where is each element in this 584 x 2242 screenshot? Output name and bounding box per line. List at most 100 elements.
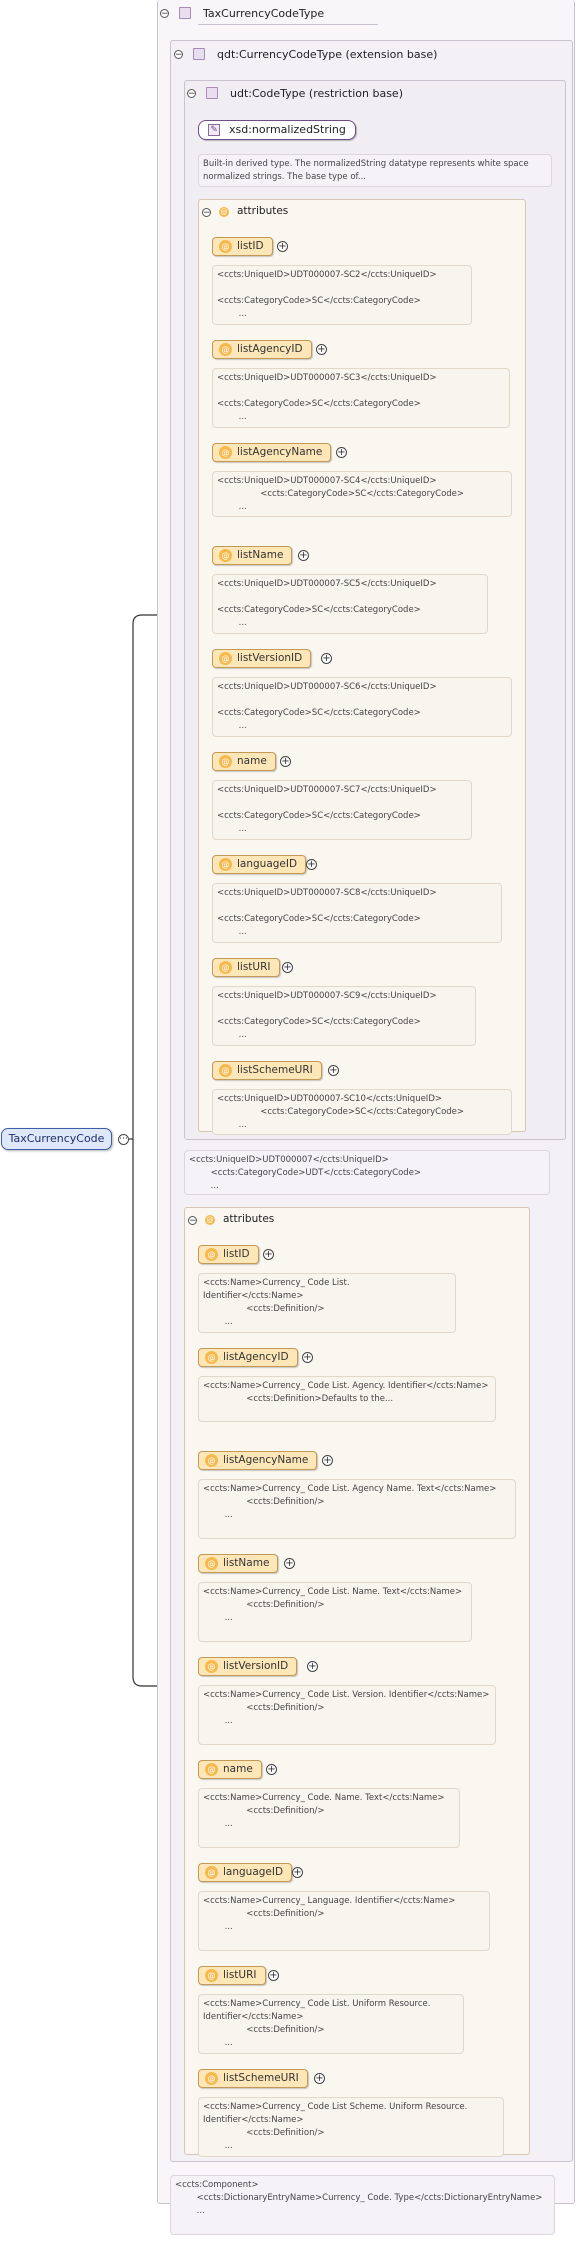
attribute-listID[interactable]: @ listID	[212, 237, 273, 256]
root-element[interactable]: TaxCurrencyCode	[1, 1128, 112, 1150]
attribute-icon: @	[219, 961, 232, 974]
complex-type-icon	[206, 87, 218, 99]
expand-icon[interactable]: +	[277, 241, 288, 252]
attribute-listURI[interactable]: @ listURI	[198, 1966, 266, 1985]
expand-icon[interactable]: +	[284, 1558, 295, 1569]
attribute-listName[interactable]: @ listName	[212, 546, 293, 565]
expand-icon[interactable]: +	[307, 1661, 318, 1672]
builtin-type-label: xsd:normalizedString	[229, 123, 346, 136]
attribute-doc: <ccts:UniqueID>UDT000007-SC5</ccts:Uniqu…	[212, 574, 488, 634]
type-label: TaxCurrencyCodeType	[203, 7, 325, 20]
attribute-languageID[interactable]: @ languageID	[198, 1863, 293, 1882]
expand-icon[interactable]: +	[316, 344, 327, 355]
attribute-name: listURI	[223, 1969, 257, 1981]
attribute-languageID[interactable]: @ languageID	[212, 855, 307, 874]
attribute-doc: <ccts:UniqueID>UDT000007-SC3</ccts:Uniqu…	[212, 368, 510, 428]
attribute-doc-text: <ccts:UniqueID>UDT000007-SC7</ccts:Uniqu…	[217, 785, 437, 834]
attribute-doc: <ccts:Name>Currency_ Code List. Uniform …	[198, 1994, 464, 2054]
expand-icon[interactable]: +	[263, 1249, 274, 1260]
attribute-name: listID	[223, 1248, 250, 1260]
attribute-icon: @	[205, 1763, 218, 1776]
attribute-listVersionID[interactable]: @ listVersionID	[212, 649, 312, 668]
attribute-listName[interactable]: @ listName	[198, 1554, 279, 1573]
attribute-doc-text: <ccts:Name>Currency_ Code List. Version.…	[203, 1690, 490, 1726]
expand-icon[interactable]: +	[328, 1065, 339, 1076]
attribute-icon: @	[219, 446, 232, 459]
attribute-doc: <ccts:Name>Currency_ Language. Identifie…	[198, 1891, 490, 1951]
attribute-icon: @	[219, 549, 232, 562]
attribute-doc-text: <ccts:Name>Currency_ Code List. Uniform …	[203, 1999, 431, 2048]
attribute-listAgencyName[interactable]: @ listAgencyName	[212, 443, 332, 462]
expand-icon[interactable]: +	[282, 962, 293, 973]
expand-icon[interactable]: +	[321, 653, 332, 664]
attribute-icon: @	[219, 207, 229, 217]
attribute-icon: @	[205, 1454, 218, 1467]
attribute-name: languageID	[237, 858, 298, 870]
attribute-icon: @	[205, 1557, 218, 1570]
collapse-toggle[interactable]: −	[202, 208, 211, 218]
attribute-icon: @	[205, 1660, 218, 1673]
attribute-doc-text: <ccts:UniqueID>UDT000007-SC5</ccts:Uniqu…	[217, 579, 437, 628]
expand-icon[interactable]: +	[306, 859, 317, 870]
attribute-doc: <ccts:UniqueID>UDT000007-SC10</ccts:Uniq…	[212, 1089, 512, 1135]
attribute-icon: @	[219, 343, 232, 356]
attribute-icon: @	[219, 755, 232, 768]
expand-icon[interactable]: +	[336, 447, 347, 458]
attribute-doc: <ccts:UniqueID>UDT000007-SC8</ccts:Uniqu…	[212, 883, 502, 943]
attribute-name: listAgencyID	[237, 343, 303, 355]
attribute-doc: <ccts:UniqueID>UDT000007-SC7</ccts:Uniqu…	[212, 780, 472, 840]
collapse-toggle[interactable]: −	[160, 9, 169, 19]
attribute-doc: <ccts:Name>Currency_ Code List. Agency N…	[198, 1479, 516, 1539]
attribute-listAgencyID[interactable]: @ listAgencyID	[198, 1348, 298, 1367]
expand-icon[interactable]: +	[322, 1455, 333, 1466]
expand-icon[interactable]: +	[292, 1867, 303, 1878]
collapse-toggle[interactable]: −	[187, 89, 196, 99]
attribute-icon: @	[219, 240, 232, 253]
attribute-listAgencyName[interactable]: @ listAgencyName	[198, 1451, 318, 1470]
attribute-name: listSchemeURI	[237, 1064, 313, 1076]
attribute-doc-text: <ccts:Name>Currency_ Code List. Identifi…	[203, 1278, 350, 1327]
attribute-doc-text: <ccts:UniqueID>UDT000007-SC9</ccts:Uniqu…	[217, 991, 437, 1040]
attribute-name: listAgencyName	[237, 446, 323, 458]
attribute-doc: <ccts:Name>Currency_ Code. Name. Text</c…	[198, 1788, 460, 1848]
attribute-listURI[interactable]: @ listURI	[212, 958, 280, 977]
inner-attributes-title: attributes	[237, 205, 289, 217]
sequence-connector-icon[interactable]: ⋯	[118, 1134, 129, 1145]
attribute-name: listVersionID	[223, 1660, 289, 1672]
complex-type-icon	[179, 7, 191, 19]
attribute-listSchemeURI[interactable]: @ listSchemeURI	[212, 1061, 322, 1080]
expand-icon[interactable]: +	[280, 756, 291, 767]
attribute-name[interactable]: @ name	[198, 1760, 262, 1779]
collapse-toggle[interactable]: −	[174, 50, 183, 60]
attribute-icon: @	[205, 1248, 218, 1261]
attribute-doc: <ccts:Name>Currency_ Code List Scheme. U…	[198, 2097, 504, 2157]
attribute-icon: @	[219, 652, 232, 665]
expand-icon[interactable]: +	[314, 2073, 325, 2084]
expand-icon[interactable]: +	[298, 550, 309, 561]
expand-icon[interactable]: +	[266, 1764, 277, 1775]
attribute-listID[interactable]: @ listID	[198, 1245, 259, 1264]
attribute-listAgencyID[interactable]: @ listAgencyID	[212, 340, 312, 359]
attribute-doc-text: <ccts:Name>Currency_ Language. Identifie…	[203, 1896, 456, 1932]
attribute-doc: <ccts:UniqueID>UDT000007-SC2</ccts:Uniqu…	[212, 265, 472, 325]
expand-icon[interactable]: +	[302, 1352, 313, 1363]
attribute-name: name	[237, 755, 267, 767]
attribute-listSchemeURI[interactable]: @ listSchemeURI	[198, 2069, 308, 2088]
expand-icon[interactable]: +	[268, 1970, 279, 1981]
component-doc: <ccts:Component> <ccts:DictionaryEntryNa…	[170, 2175, 555, 2235]
attribute-icon: @	[205, 1351, 218, 1364]
builtin-type-badge[interactable]: ✎ xsd:normalizedString	[198, 120, 356, 140]
attribute-listVersionID[interactable]: @ listVersionID	[198, 1657, 298, 1676]
attribute-icon: @	[205, 2072, 218, 2085]
attribute-doc-text: <ccts:Name>Currency_ Code. Name. Text</c…	[203, 1793, 445, 1829]
collapse-toggle[interactable]: −	[188, 1216, 197, 1226]
attribute-icon: @	[219, 858, 232, 871]
attribute-doc: <ccts:Name>Currency_ Code List. Identifi…	[198, 1273, 456, 1333]
attribute-icon: @	[219, 1064, 232, 1077]
attribute-icon: @	[205, 1969, 218, 1982]
attribute-name[interactable]: @ name	[212, 752, 276, 771]
pencil-icon: ✎	[208, 124, 220, 136]
attribute-doc-text: <ccts:UniqueID>UDT000007-SC10</ccts:Uniq…	[217, 1094, 465, 1130]
builtin-doc: Built-in derived type. The normalizedStr…	[198, 154, 552, 187]
attribute-name: listName	[237, 549, 284, 561]
